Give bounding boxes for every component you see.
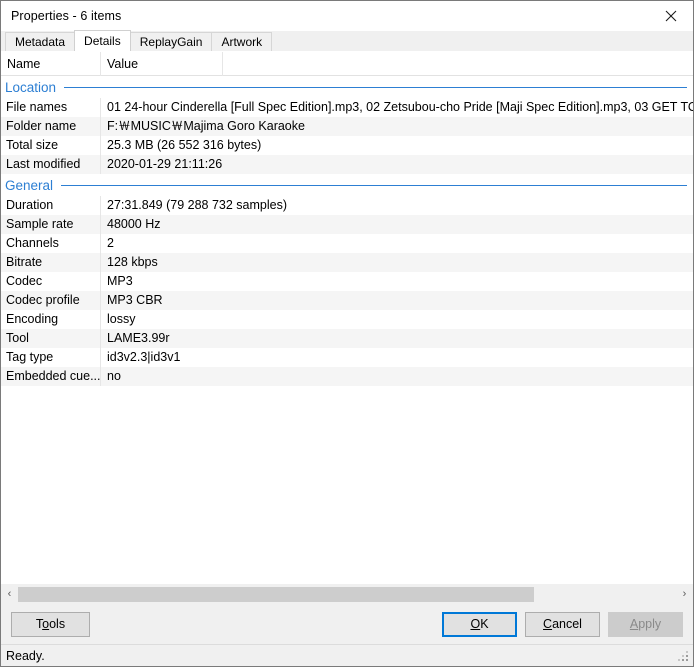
column-header-filler (223, 52, 693, 76)
column-header-row: Name Value (1, 51, 693, 76)
row-value: no (107, 369, 121, 383)
cancel-button[interactable]: Cancel (525, 611, 600, 637)
table-row[interactable]: Total size 25.3 MB (26 552 316 bytes) (1, 136, 693, 155)
tools-button[interactable]: Tools (11, 611, 90, 637)
close-icon[interactable] (648, 2, 693, 31)
table-row[interactable]: File names 01 24-hour Cinderella [Full S… (1, 98, 693, 117)
scrollbar-track[interactable] (18, 583, 676, 605)
section-rule-general (61, 184, 687, 186)
row-name: Last modified (1, 155, 101, 174)
table-row[interactable]: Duration 27:31.849 (79 288 732 samples) (1, 196, 693, 215)
scrollbar-thumb[interactable] (18, 586, 534, 602)
status-bar: Ready. (1, 644, 693, 666)
tab-artwork[interactable]: Artwork (211, 32, 273, 51)
row-value: 48000 Hz (107, 217, 161, 231)
tools-button-label: Tools (35, 617, 66, 631)
table-row[interactable]: Codec MP3 (1, 272, 693, 291)
row-value: 2 (107, 236, 114, 250)
row-name: Bitrate (1, 253, 101, 272)
section-title-general: General (5, 177, 54, 193)
table-row[interactable]: Channels 2 (1, 234, 693, 253)
row-value: LAME3.99r (107, 331, 170, 345)
table-row[interactable]: Bitrate 128 kbps (1, 253, 693, 272)
row-name: Codec profile (1, 291, 101, 310)
properties-window: Properties - 6 items Metadata Details Re… (0, 0, 694, 667)
row-value: id3v2.3|id3v1 (107, 350, 181, 364)
cancel-button-label: Cancel (543, 617, 582, 631)
row-name: Tool (1, 329, 101, 348)
table-row[interactable]: Last modified 2020-01-29 21:11:26 (1, 155, 693, 174)
tab-replaygain[interactable]: ReplayGain (129, 32, 213, 51)
button-bar: Tools OK Cancel Apply (1, 604, 693, 644)
tab-metadata[interactable]: Metadata (5, 32, 76, 51)
window-title: Properties - 6 items (11, 9, 122, 23)
tab-strip: Metadata Details ReplayGain Artwork (1, 30, 693, 52)
status-text: Ready. (6, 648, 45, 663)
title-bar: Properties - 6 items (1, 1, 693, 31)
row-name: Sample rate (1, 215, 101, 234)
section-title-location: Location (5, 79, 57, 95)
column-header-value[interactable]: Value (101, 51, 223, 76)
row-value: lossy (107, 312, 136, 326)
apply-button-label: Apply (629, 617, 662, 631)
section-rule-location (64, 86, 687, 88)
section-header-location: Location (1, 76, 693, 98)
ok-button-label: OK (470, 617, 489, 631)
row-value: 25.3 MB (26 552 316 bytes) (107, 138, 262, 152)
row-name: Codec (1, 272, 101, 291)
table-row[interactable]: Codec profile MP3 CBR (1, 291, 693, 310)
row-name: Duration (1, 196, 101, 215)
table-row[interactable]: Folder name F:￦MUSIC￦Majima Goro Karaoke (1, 117, 693, 136)
table-row[interactable]: Tag type id3v2.3|id3v1 (1, 348, 693, 367)
scroll-left-icon[interactable]: ‹ (1, 584, 18, 605)
horizontal-scrollbar[interactable]: ‹ › (1, 583, 693, 605)
row-value: MP3 (107, 274, 133, 288)
apply-button: Apply (608, 611, 683, 637)
row-name: Embedded cue... (1, 367, 101, 386)
row-name: Channels (1, 234, 101, 253)
scroll-right-icon[interactable]: › (676, 584, 693, 605)
ok-button[interactable]: OK (442, 611, 517, 637)
table-row[interactable]: Tool LAME3.99r (1, 329, 693, 348)
row-value: F:￦MUSIC￦Majima Goro Karaoke (107, 119, 305, 133)
row-value: MP3 CBR (107, 293, 163, 307)
row-name: Tag type (1, 348, 101, 367)
table-row[interactable]: Encoding lossy (1, 310, 693, 329)
table-row[interactable]: Embedded cue... no (1, 367, 693, 386)
row-name: Encoding (1, 310, 101, 329)
row-value: 01 24-hour Cinderella [Full Spec Edition… (107, 100, 693, 114)
row-value: 2020-01-29 21:11:26 (107, 157, 223, 171)
tab-details[interactable]: Details (74, 30, 131, 51)
row-name: Total size (1, 136, 101, 155)
column-header-name[interactable]: Name (1, 51, 101, 76)
details-list: Location File names 01 24-hour Cinderell… (1, 76, 693, 583)
table-row[interactable]: Sample rate 48000 Hz (1, 215, 693, 234)
row-name: File names (1, 98, 101, 117)
section-header-general: General (1, 174, 693, 196)
row-value: 128 kbps (107, 255, 158, 269)
resize-grip-icon[interactable] (678, 651, 690, 663)
row-name: Folder name (1, 117, 101, 136)
row-value: 27:31.849 (79 288 732 samples) (107, 198, 287, 212)
